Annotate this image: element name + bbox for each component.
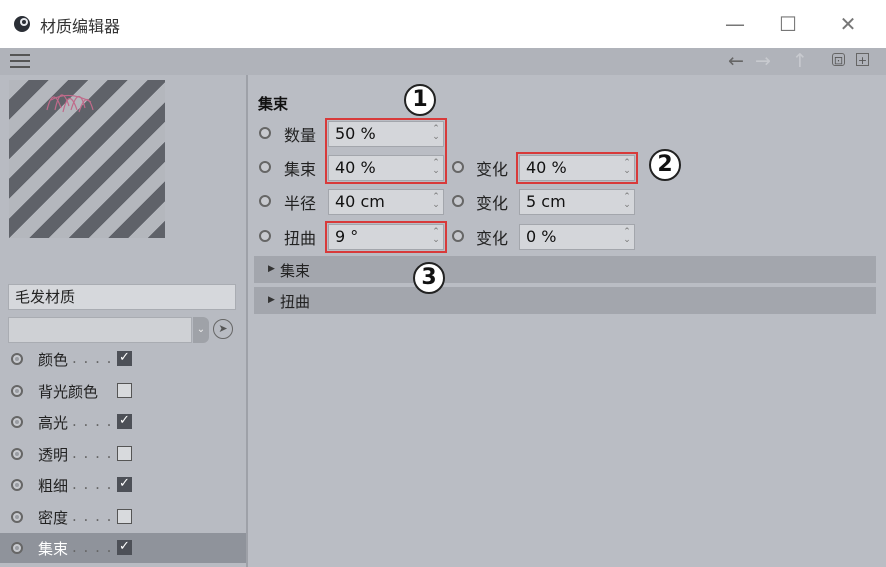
pick-arrow-icon[interactable]: ➤	[213, 319, 233, 339]
channel-item[interactable]: 密度. . . .	[0, 502, 246, 532]
group-clump[interactable]: ▶ 集束	[254, 256, 876, 283]
callout-1: 1	[404, 84, 436, 116]
channel-label: 背光颜色	[38, 382, 99, 401]
menu-bar: ← → ↑ ⊡ +	[0, 48, 886, 75]
channel-item[interactable]: 集束. . . . ✓	[0, 533, 246, 563]
cinema4d-logo-icon	[14, 16, 30, 32]
channel-dots: . . . .	[72, 443, 113, 462]
animate-dot-icon[interactable]	[452, 161, 464, 173]
title-bar: 材质编辑器 — ☐ ✕	[0, 0, 886, 48]
channel-dot-icon	[11, 447, 23, 460]
animate-dot-icon[interactable]	[452, 195, 464, 207]
channel-checkbox[interactable]	[117, 508, 132, 524]
lock-icon[interactable]: ⊡	[832, 53, 845, 67]
channel-dot-icon	[11, 416, 23, 428]
menu-icon[interactable]	[10, 54, 30, 69]
close-button[interactable]: ✕	[828, 10, 868, 38]
material-name-field[interactable]: 毛发材质	[8, 284, 236, 310]
channel-dot-icon	[11, 384, 23, 397]
spinner-icon[interactable]: ⌃ ⌄	[623, 193, 631, 210]
spinner-icon[interactable]: ⌃ ⌄	[432, 193, 440, 210]
animate-dot-icon[interactable]	[259, 230, 271, 242]
channel-dots: . . . .	[72, 475, 113, 493]
back-arrow-icon[interactable]: ←	[728, 50, 744, 72]
channel-checkbox[interactable]: ✓	[117, 477, 132, 492]
radius-variation-value: 5 cm	[526, 192, 566, 211]
animate-dot-icon[interactable]	[259, 127, 271, 139]
channel-dots: . . . .	[72, 538, 113, 556]
channel-checkbox[interactable]	[117, 445, 132, 461]
callout-3: 3	[413, 262, 445, 294]
channel-checkbox[interactable]	[117, 382, 132, 398]
clump-variation-label: 变化	[476, 160, 509, 179]
hair-preview-icon	[46, 94, 94, 113]
group-clump-label: 集束	[280, 262, 311, 280]
material-preview	[9, 80, 165, 238]
layer-dropdown[interactable]	[8, 317, 192, 343]
channel-dots: . . . .	[72, 506, 113, 525]
highlight-box-3	[325, 221, 447, 253]
minimize-button[interactable]: —	[715, 10, 755, 38]
twist-variation-value: 0 %	[526, 227, 557, 246]
expand-triangle-icon: ▶	[268, 295, 275, 305]
highlight-box-1	[325, 118, 447, 184]
channel-label: 粗细	[38, 477, 69, 495]
left-panel: 毛发材质 ⌄ ➤ 颜色. . . . ✓ 背光颜色 高光. . . . ✓ 透明. . .…	[0, 75, 246, 567]
radius-value: 40 cm	[335, 192, 385, 211]
radius-field[interactable]: 40 cm ⌃ ⌄	[328, 189, 444, 215]
forward-arrow-icon[interactable]: →	[755, 50, 771, 72]
group-twist[interactable]: ▶ 扭曲	[254, 287, 876, 314]
channel-dots: . . . .	[72, 349, 113, 367]
up-arrow-icon[interactable]: ↑	[792, 50, 808, 72]
twist-label: 扭曲	[284, 229, 317, 248]
channel-label: 透明	[38, 445, 69, 464]
channel-checkbox[interactable]: ✓	[117, 351, 132, 366]
radius-variation-field[interactable]: 5 cm ⌃ ⌄	[519, 189, 635, 215]
channel-item[interactable]: 高光. . . . ✓	[0, 407, 246, 437]
material-editor-window: 材质编辑器 — ☐ ✕ ← → ↑ ⊡ + 毛发材质 ⌄ ➤ 颜色. . . .…	[0, 0, 886, 567]
highlight-box-2	[516, 152, 638, 184]
channel-dots: . . . .	[72, 412, 113, 430]
window-title: 材质编辑器	[40, 17, 121, 36]
animate-dot-icon[interactable]	[259, 195, 271, 207]
animate-dot-icon[interactable]	[452, 230, 464, 242]
channel-checkbox[interactable]: ✓	[117, 414, 132, 429]
channel-label: 集束	[38, 540, 69, 558]
clump-label: 集束	[284, 160, 317, 179]
channel-label: 高光	[38, 414, 69, 432]
group-twist-label: 扭曲	[280, 293, 311, 311]
spinner-icon[interactable]: ⌃ ⌄	[623, 228, 631, 245]
maximize-button[interactable]: ☐	[768, 10, 808, 38]
animate-dot-icon[interactable]	[259, 161, 271, 173]
twist-variation-field[interactable]: 0 % ⌃ ⌄	[519, 224, 635, 250]
channel-checkbox[interactable]: ✓	[117, 540, 132, 555]
channel-dot-icon	[11, 479, 23, 491]
section-title: 集束	[258, 95, 289, 113]
radius-variation-label: 变化	[476, 194, 509, 213]
channel-item[interactable]: 透明. . . .	[0, 439, 246, 469]
expand-triangle-icon: ▶	[268, 264, 275, 274]
channel-dot-icon	[11, 542, 23, 554]
channel-item[interactable]: 背光颜色	[0, 376, 246, 406]
callout-2: 2	[649, 149, 681, 181]
channel-item[interactable]: 粗细. . . . ✓	[0, 470, 246, 500]
twist-variation-label: 变化	[476, 229, 509, 248]
new-window-icon[interactable]: +	[856, 53, 869, 67]
radius-label: 半径	[284, 194, 317, 213]
channel-label: 颜色	[38, 351, 69, 369]
channel-dot-icon	[11, 510, 23, 523]
channel-item[interactable]: 颜色. . . . ✓	[0, 344, 246, 374]
count-label: 数量	[284, 126, 317, 145]
channel-dot-icon	[11, 353, 23, 365]
channel-label: 密度	[38, 508, 69, 527]
chevron-down-icon[interactable]: ⌄	[193, 317, 209, 343]
